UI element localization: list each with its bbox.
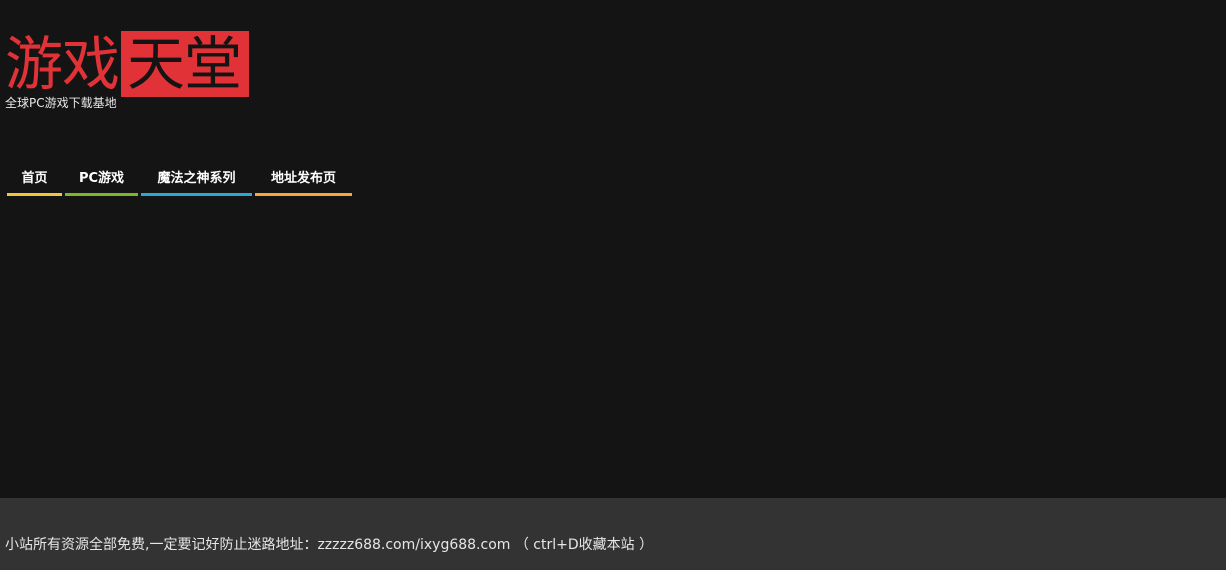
nav-item-address-page[interactable]: 地址发布页 bbox=[255, 160, 352, 196]
nav-item-home[interactable]: 首页 bbox=[7, 160, 62, 196]
nav-item-magic-god-series[interactable]: 魔法之神系列 bbox=[141, 160, 252, 196]
footer-notice: 小站所有资源全部免费,一定要记好防止迷路地址：zzzzz688.com/ixyg… bbox=[5, 537, 654, 553]
footer: 小站所有资源全部免费,一定要记好防止迷路地址：zzzzz688.com/ixyg… bbox=[0, 498, 1226, 570]
nav-item-pc-games[interactable]: PC游戏 bbox=[65, 160, 138, 196]
page: 游戏 天堂 全球PC游戏下载基地 首页 PC游戏 魔法之神系列 地址发布页 小站… bbox=[0, 0, 1226, 570]
logo-text-part1: 游戏 bbox=[5, 30, 120, 98]
site-tagline: 全球PC游戏下载基地 bbox=[5, 96, 117, 110]
logo-text-part2: 天堂 bbox=[121, 31, 250, 97]
main-nav: 首页 PC游戏 魔法之神系列 地址发布页 bbox=[7, 160, 352, 196]
site-logo[interactable]: 游戏 天堂 bbox=[5, 30, 250, 98]
